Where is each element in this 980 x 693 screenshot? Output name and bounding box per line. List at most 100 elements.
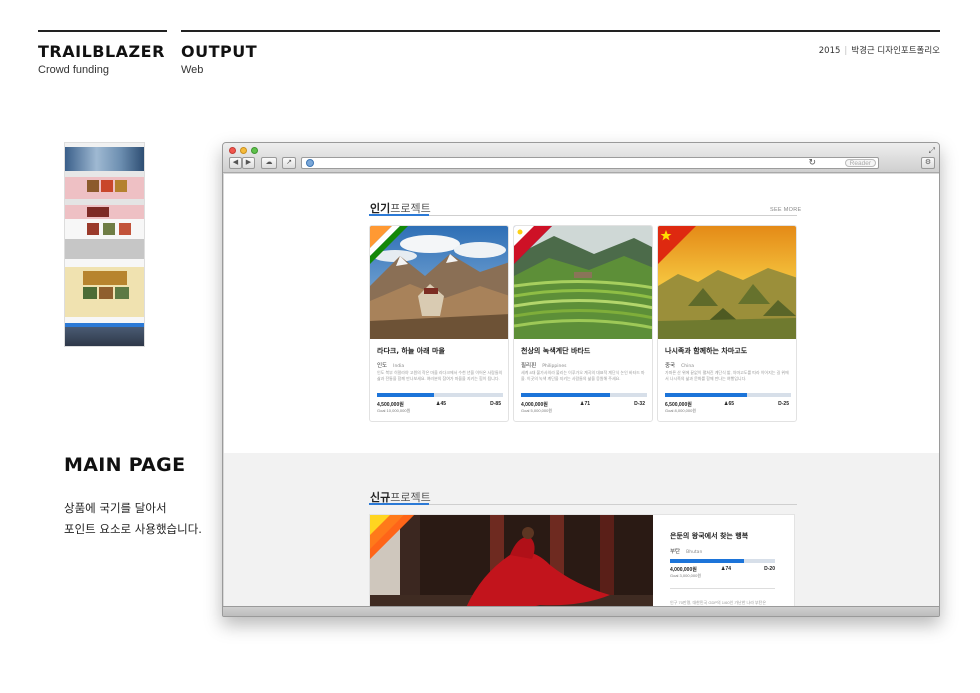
portfolio-name: 박경근 디자인포트폴리오 [851, 46, 940, 56]
output-title: OUTPUT [181, 42, 258, 61]
project-title: TRAILBLAZER [38, 42, 165, 61]
popular-accent [369, 214, 429, 216]
separator: | [844, 46, 848, 56]
progress-fill [670, 559, 744, 563]
thumb-card [99, 287, 113, 299]
card-country: 중국 China [665, 361, 694, 369]
new-project-image [370, 515, 653, 607]
funding-progress-bar [665, 393, 791, 397]
funding-progress-bar [521, 393, 647, 397]
year-label: 2015 [818, 46, 841, 56]
description-line-1: 상품에 국기를 달아서 [64, 501, 167, 515]
country-name: 필리핀 [521, 363, 537, 369]
maximize-window-button[interactable] [251, 147, 258, 154]
funded-amount: 6,500,000원 [665, 402, 692, 408]
new-project-card[interactable]: 은둔의 왕국에서 찾는 행복 부탄 Bhutan 4,000,000원 ♟74 D… [369, 514, 795, 607]
popular-rule [369, 215, 797, 216]
thumb-footer [65, 327, 144, 346]
backer-number: 65 [728, 401, 735, 407]
new-rule [369, 504, 797, 505]
funded-amount: 4,000,000원 [521, 402, 548, 408]
browser-toolbar: ⤢ ◀ ▶ ☁ ↗ ↻ Reader ⚙ [223, 143, 939, 173]
funded-amount: 4,000,000원 [670, 567, 697, 573]
country-name-en: Bhutan [686, 550, 703, 555]
address-bar[interactable]: ↻ Reader [301, 157, 879, 169]
thumb-card [83, 287, 97, 299]
thumb-card [87, 180, 99, 192]
share-icon[interactable]: ↗ [282, 157, 296, 169]
funding-progress-bar [670, 559, 775, 563]
new-project-country: 부탄 Bhutan [670, 547, 702, 555]
divider [670, 588, 775, 589]
card-description: 가파른 산 위에 끝없이 펼쳐진 계단식 밭, 차마고도를 따라 이어지는 길 … [665, 370, 789, 381]
thumb-card [103, 223, 115, 235]
progress-fill [377, 393, 434, 397]
card-title: 천상의 녹색계단 바타드 [521, 347, 591, 355]
backer-number: 74 [725, 566, 732, 572]
thumb-card [87, 207, 109, 217]
header-rule-right [181, 30, 940, 32]
header-rule-left [38, 30, 167, 32]
backer-number: 71 [584, 401, 591, 407]
browser-window: ⤢ ◀ ▶ ☁ ↗ ↻ Reader ⚙ 인기프로젝트 SEE MORE 라다크… [222, 142, 940, 617]
days-left: D-32 [634, 401, 645, 407]
backer-count: ♟74 [721, 566, 732, 572]
thumb-card [101, 180, 113, 192]
card-description: 인도 북부 히말라야 고원의 작은 마을 라다크에서 수천 년을 이어온 사람들… [377, 370, 503, 381]
back-button[interactable]: ◀ [229, 157, 242, 169]
description-line-2: 포인트 요소로 사용했습니다. [64, 522, 202, 536]
project-card[interactable]: 나시족과 함께하는 차마고도 중국 China 가파른 산 위에 끝없이 펼쳐진 … [657, 225, 797, 422]
fullscreen-icon[interactable]: ⤢ [929, 146, 935, 156]
output-subtitle: Web [181, 64, 204, 76]
card-image [658, 226, 796, 339]
card-country: 인도 India [377, 361, 404, 369]
country-name: 부탄 [670, 549, 681, 555]
country-name-en: India [393, 364, 405, 369]
page-content: 인기프로젝트 SEE MORE 라다크, 하늘 아래 마을 인도 India 인… [224, 174, 939, 607]
project-card[interactable]: 라다크, 하늘 아래 마을 인도 India 인도 북부 히말라야 고원의 작은 … [369, 225, 509, 422]
see-more-link[interactable]: SEE MORE [770, 207, 801, 213]
progress-fill [665, 393, 747, 397]
country-name-en: Philippines [542, 364, 567, 369]
funding-progress-bar [377, 393, 503, 397]
backer-count: ♟65 [724, 401, 735, 407]
close-window-button[interactable] [229, 147, 236, 154]
settings-icon[interactable]: ⚙ [921, 157, 935, 169]
full-page-thumbnail [64, 142, 145, 347]
funded-amount: 4,500,000원 [377, 402, 404, 408]
funding-goal: Goal 8,000,000원 [665, 408, 697, 413]
days-left: D-25 [778, 401, 789, 407]
card-title: 라다크, 하늘 아래 마을 [377, 347, 445, 355]
backer-count: ♟71 [580, 401, 591, 407]
forward-button[interactable]: ▶ [242, 157, 255, 169]
thumb-card [87, 223, 99, 235]
project-card[interactable]: 천상의 녹색계단 바타드 필리핀 Philippines 세계 8대 불가사의라 … [513, 225, 653, 422]
thumb-white-2 [65, 259, 144, 267]
card-image [514, 226, 652, 339]
reader-button[interactable]: Reader [844, 159, 876, 167]
portfolio-label: 2015 | 박경근 디자인포트폴리오 [819, 44, 940, 56]
days-left: D-20 [764, 566, 775, 572]
new-accent [369, 503, 429, 505]
globe-icon [306, 159, 314, 167]
card-image [370, 226, 508, 339]
thumb-card [83, 271, 127, 285]
days-left: D-85 [490, 401, 501, 407]
cloud-icon[interactable]: ☁ [261, 157, 277, 169]
card-description: 세계 8대 불가사의라 불리는 이푸가오 계곡의 대표적 계단식 논인 바타드 … [521, 370, 645, 381]
funding-goal: Goal 5,000,000원 [521, 408, 553, 413]
project-subtitle: Crowd funding [38, 64, 109, 76]
progress-fill [521, 393, 611, 397]
minimize-window-button[interactable] [240, 147, 247, 154]
thumb-card [119, 223, 131, 235]
thumb-card [115, 180, 127, 192]
country-name-en: China [681, 364, 694, 369]
thumb-card [115, 287, 129, 299]
country-name: 인도 [377, 363, 388, 369]
backer-number: 45 [440, 401, 447, 407]
main-page-title: MAIN PAGE [64, 454, 186, 476]
backer-count: ♟45 [436, 401, 447, 407]
country-name: 중국 [665, 363, 676, 369]
thumb-gray-2 [65, 239, 144, 259]
reload-icon[interactable]: ↻ [808, 157, 816, 168]
